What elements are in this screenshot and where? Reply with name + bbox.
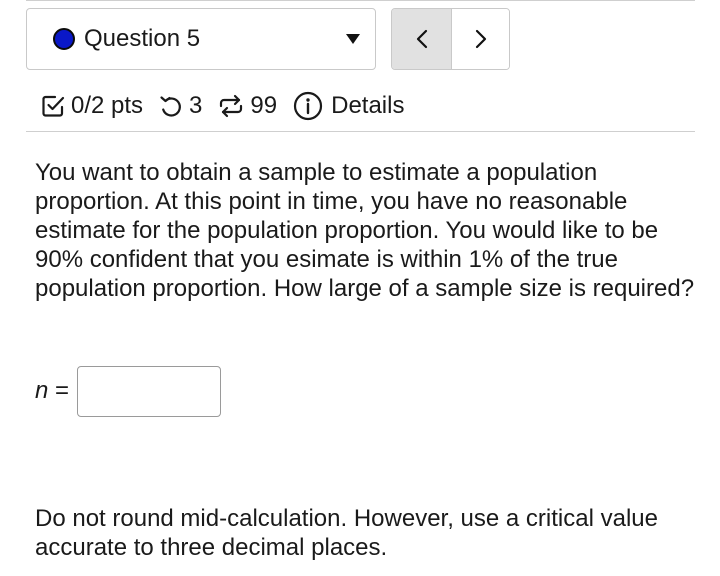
info-icon xyxy=(294,91,323,121)
question-meta-row: 0/2 pts 3 99 Details xyxy=(40,88,404,124)
question-prompt: You want to obtain a sample to estimate … xyxy=(35,159,695,302)
answer-equals-sign: = xyxy=(48,377,70,404)
chevron-right-icon xyxy=(475,29,486,49)
meta-divider xyxy=(26,131,695,132)
next-question-button[interactable] xyxy=(452,9,509,69)
points-text: 0/2 pts xyxy=(71,92,144,119)
answer-row: n = xyxy=(35,365,222,417)
details-link[interactable]: Details xyxy=(293,91,404,121)
repeat-icon xyxy=(220,94,243,118)
top-divider xyxy=(26,0,695,1)
chevron-left-icon xyxy=(416,29,427,49)
attempts-indicator: 99 xyxy=(217,92,277,120)
question-nav-group xyxy=(391,8,510,70)
previous-question-button[interactable] xyxy=(392,9,452,69)
retries-indicator: 3 xyxy=(158,92,202,120)
retries-count: 3 xyxy=(189,92,203,119)
question-status-dot xyxy=(53,28,75,50)
points-indicator: 0/2 pts xyxy=(40,92,143,120)
answer-label: n = xyxy=(35,377,69,405)
question-selector-label: Question 5 xyxy=(84,25,201,52)
rounding-note: Do not round mid-calculation. However, u… xyxy=(35,505,658,561)
caret-down-icon xyxy=(346,34,360,44)
question-selector-dropdown[interactable]: Question 5 xyxy=(26,8,376,70)
undo-icon xyxy=(160,96,181,117)
answer-variable: n xyxy=(35,377,49,404)
checkbox-icon xyxy=(42,95,65,117)
attempts-count: 99 xyxy=(250,92,278,119)
sample-size-input[interactable] xyxy=(77,365,222,417)
details-label: Details xyxy=(331,92,405,119)
